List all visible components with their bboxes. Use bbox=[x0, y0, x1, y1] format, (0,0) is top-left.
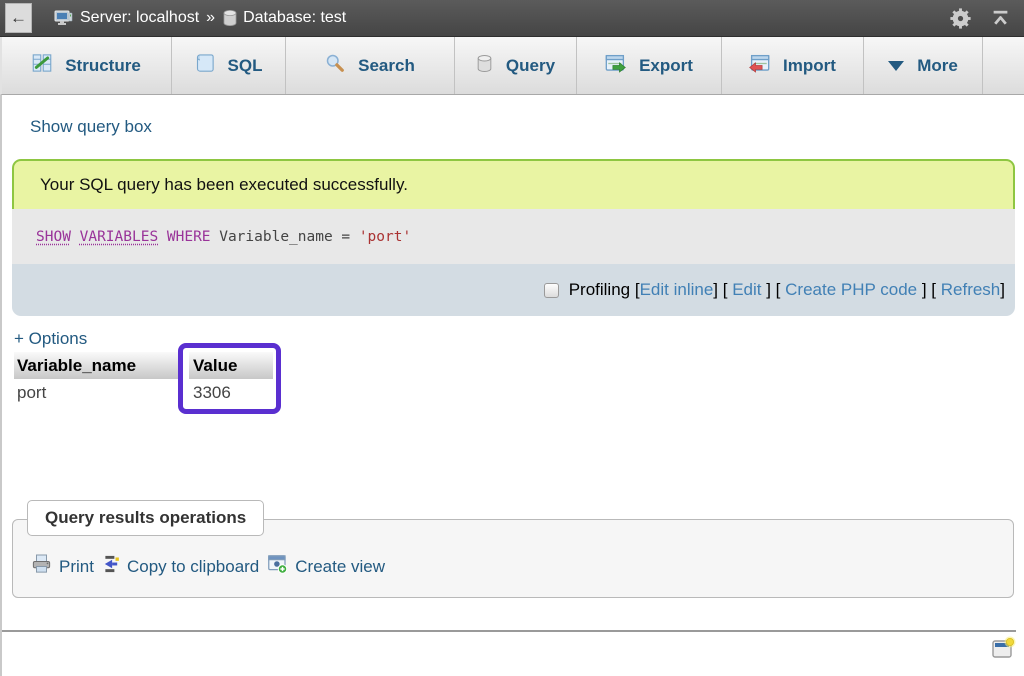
column-header-variable-name: Variable_name bbox=[14, 352, 180, 379]
sql-keyword-show[interactable]: SHOW bbox=[36, 229, 71, 245]
collapse-top-icon[interactable] bbox=[991, 9, 1010, 28]
cell-value: 3306 bbox=[189, 383, 273, 403]
tab-sql[interactable]: SQL bbox=[172, 37, 286, 94]
variables-result-table: Variable_name Value port 3306 bbox=[14, 352, 314, 406]
executed-sql-query: SHOW VARIABLES WHERE Variable_name = 'po… bbox=[12, 209, 1015, 264]
print-icon bbox=[31, 554, 52, 579]
gear-icon[interactable] bbox=[950, 8, 971, 29]
sql-operator: = bbox=[341, 229, 350, 245]
back-button[interactable]: ← bbox=[5, 3, 32, 33]
sql-keyword-where: WHERE bbox=[167, 229, 211, 245]
profiling-label: Profiling bbox=[569, 280, 635, 300]
tab-label: Export bbox=[639, 56, 693, 76]
profiling-checkbox[interactable] bbox=[544, 283, 559, 298]
show-query-box-link[interactable]: Show query box bbox=[30, 117, 152, 137]
export-icon bbox=[605, 53, 626, 79]
query-database-icon bbox=[476, 54, 493, 78]
cell-variable-name: port bbox=[14, 383, 180, 403]
success-message: Your SQL query has been executed success… bbox=[12, 159, 1015, 209]
tab-structure[interactable]: Structure bbox=[2, 37, 172, 94]
breadcrumb-separator: » bbox=[206, 9, 215, 27]
column-header-value: Value bbox=[189, 352, 273, 379]
create-view-icon bbox=[267, 554, 288, 579]
create-view-operation[interactable]: Create view bbox=[267, 554, 385, 579]
structure-icon bbox=[32, 53, 52, 78]
tab-label: Search bbox=[358, 56, 415, 76]
tab-label: SQL bbox=[228, 56, 263, 76]
tab-query[interactable]: Query bbox=[455, 37, 577, 94]
table-row: port 3306 bbox=[14, 379, 314, 406]
server-breadcrumb[interactable]: Server: localhost bbox=[80, 9, 199, 27]
print-link[interactable]: Print bbox=[59, 557, 94, 577]
tab-more[interactable]: More bbox=[864, 37, 983, 94]
bottom-divider bbox=[2, 630, 1016, 632]
phpmyadmin-page: ← Server: localhost » Database: test bbox=[0, 0, 1024, 676]
server-icon bbox=[54, 8, 74, 28]
copy-to-clipboard-icon bbox=[102, 555, 120, 578]
options-toggle-link[interactable]: + Options bbox=[14, 329, 87, 349]
search-icon bbox=[325, 53, 345, 78]
import-icon bbox=[749, 53, 770, 79]
tab-label: Query bbox=[506, 56, 555, 76]
edit-inline-link[interactable]: Edit inline bbox=[640, 280, 714, 300]
bracket: ] bbox=[1000, 280, 1005, 300]
copy-to-clipboard-operation[interactable]: Copy to clipboard bbox=[102, 555, 259, 578]
chevron-down-icon bbox=[888, 61, 904, 71]
bracket: ] [ bbox=[917, 280, 941, 300]
tab-label: More bbox=[917, 56, 958, 76]
topbar-actions bbox=[950, 8, 1010, 29]
database-breadcrumb[interactable]: Database: test bbox=[243, 9, 346, 27]
create-view-link[interactable]: Create view bbox=[295, 557, 385, 577]
tab-label: Import bbox=[783, 56, 836, 76]
create-php-code-link[interactable]: Create PHP code bbox=[785, 280, 917, 300]
back-arrow-icon: ← bbox=[10, 8, 27, 28]
copy-to-clipboard-link[interactable]: Copy to clipboard bbox=[127, 557, 259, 577]
tab-import[interactable]: Import bbox=[722, 37, 864, 94]
print-operation[interactable]: Print bbox=[31, 554, 94, 579]
tab-label: Structure bbox=[65, 56, 141, 76]
tab-search[interactable]: Search bbox=[286, 37, 455, 94]
main-content: Show query box Your SQL query has been e… bbox=[0, 95, 1024, 676]
tab-export[interactable]: Export bbox=[577, 37, 722, 94]
success-text: Your SQL query has been executed success… bbox=[40, 175, 408, 195]
open-query-window-icon[interactable] bbox=[990, 635, 1016, 666]
refresh-link[interactable]: Refresh bbox=[941, 280, 1001, 300]
query-result-block: Your SQL query has been executed success… bbox=[12, 159, 1015, 316]
sql-scroll-icon bbox=[195, 53, 215, 78]
edit-link[interactable]: Edit bbox=[732, 280, 761, 300]
main-tabbar: Structure SQL Search bbox=[0, 37, 1024, 95]
database-icon bbox=[222, 9, 238, 27]
operations-legend: Query results operations bbox=[27, 500, 264, 536]
sql-keyword-variables[interactable]: VARIABLES bbox=[80, 229, 159, 245]
sql-string-literal: 'port' bbox=[359, 229, 411, 245]
bracket: ] [ bbox=[713, 280, 732, 300]
sql-identifier: Variable_name bbox=[219, 229, 333, 245]
bracket: ] [ bbox=[762, 280, 786, 300]
query-tools-bar: Profiling [ Edit inline ] [ Edit ] [ Cre… bbox=[12, 264, 1015, 316]
topbar: ← Server: localhost » Database: test bbox=[0, 0, 1024, 37]
operations-links: Print Copy to clipboard bbox=[31, 554, 1013, 579]
table-header-row: Variable_name Value bbox=[14, 352, 314, 379]
